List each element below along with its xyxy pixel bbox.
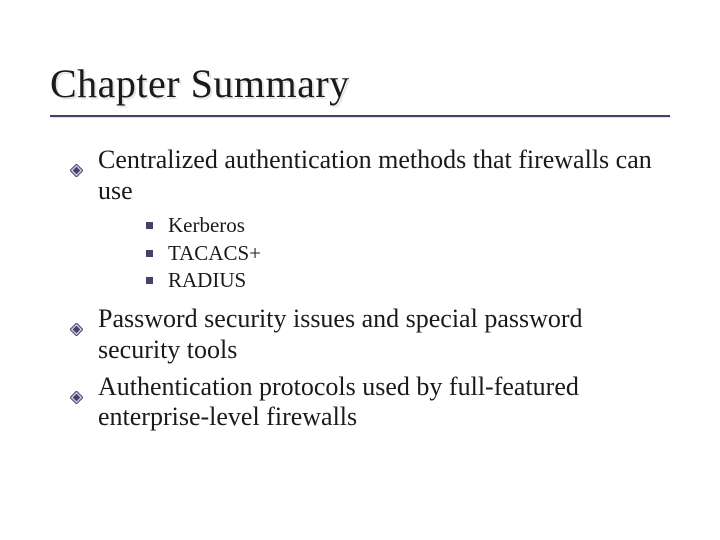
title-underline [50,115,670,117]
sub-bullet-text: RADIUS [168,268,246,292]
square-icon [146,222,153,229]
slide-title: Chapter Summary [50,60,670,107]
slide: Chapter Summary Centralized authenticati… [0,0,720,540]
bullet-item: Centralized authentication methods that … [70,145,670,294]
sub-bullet-text: Kerberos [168,213,245,237]
bullet-list: Centralized authentication methods that … [70,145,670,433]
square-icon [146,277,153,284]
sub-bullet-item: Kerberos [146,212,670,239]
sub-bullet-item: TACACS+ [146,240,670,267]
diamond-icon [70,313,83,326]
bullet-item: Password security issues and special pas… [70,304,670,365]
sub-bullet-text: TACACS+ [168,241,261,265]
sub-bullet-item: RADIUS [146,267,670,294]
bullet-text: Password security issues and special pas… [98,304,583,364]
bullet-item: Authentication protocols used by full-fe… [70,372,670,433]
sub-bullet-list: Kerberos TACACS+ RADIUS [146,212,670,294]
bullet-text: Authentication protocols used by full-fe… [98,372,579,432]
diamond-icon [70,154,83,167]
diamond-icon [70,381,83,394]
bullet-text: Centralized authentication methods that … [98,145,652,205]
square-icon [146,250,153,257]
